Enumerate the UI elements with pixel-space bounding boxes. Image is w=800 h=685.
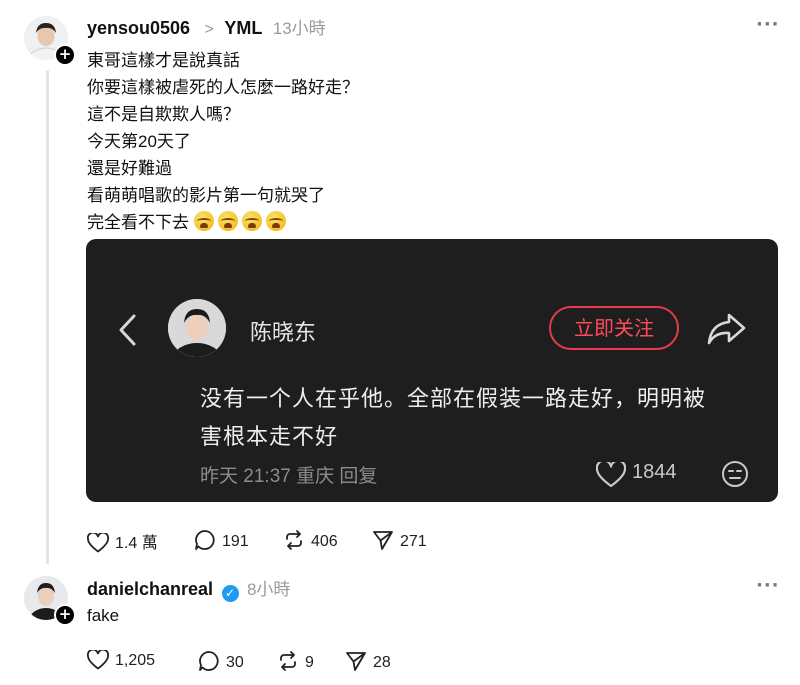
repost-button[interactable]: 9 xyxy=(277,650,314,672)
post-time: 13小時 xyxy=(272,19,326,38)
reply-time: 8小時 xyxy=(246,580,291,599)
post-text-line: 看萌萌唱歌的影片第一句就哭了 xyxy=(87,186,325,205)
post-text-line: 東哥這樣才是說真話 xyxy=(87,51,240,70)
back-chevron-icon xyxy=(119,314,136,346)
follow-plus-icon[interactable]: + xyxy=(54,604,76,626)
share-button[interactable]: 28 xyxy=(345,650,391,672)
crying-emoji-icon xyxy=(241,211,262,231)
card-author-name: 陈晓东 xyxy=(250,320,317,345)
card-like-count: 1844 xyxy=(632,461,677,483)
send-icon xyxy=(373,531,393,550)
emoji-face-icon xyxy=(722,461,748,487)
share-button[interactable]: 271 xyxy=(372,529,427,551)
like-count: 1,205 xyxy=(115,652,156,669)
more-options-icon[interactable]: ··· xyxy=(756,14,780,35)
crying-emoji-icon xyxy=(193,211,214,231)
card-avatar xyxy=(168,299,226,357)
like-button[interactable]: 1,205 xyxy=(86,648,156,670)
like-button[interactable]: 1.4 萬 xyxy=(86,529,158,553)
reply-chevron-icon: > xyxy=(204,21,214,38)
reply-button[interactable]: 191 xyxy=(194,529,249,551)
heart-icon xyxy=(86,648,110,670)
share-count: 271 xyxy=(400,533,427,550)
send-icon xyxy=(346,652,366,671)
card-heart-icon xyxy=(596,462,626,488)
card-comment-line: 害根本走不好 xyxy=(200,424,339,449)
reply-count: 191 xyxy=(222,533,249,550)
crying-emoji-icon xyxy=(217,211,238,231)
card-comment-line: 没有一个人在乎他。全部在假装一路走好，明明被 xyxy=(200,386,707,411)
reply-count: 30 xyxy=(226,654,244,671)
comment-icon xyxy=(195,530,215,550)
repost-icon xyxy=(286,530,302,550)
crying-emoji-icon xyxy=(265,211,286,231)
repost-icon xyxy=(280,651,296,671)
more-options-icon[interactable]: ··· xyxy=(756,575,780,596)
repost-count: 406 xyxy=(311,533,338,550)
repost-button[interactable]: 406 xyxy=(283,529,338,551)
reply-target-username[interactable]: YML xyxy=(224,18,262,38)
comment-icon xyxy=(199,651,219,671)
like-count: 1.4 萬 xyxy=(115,535,158,552)
verified-badge-icon: ✓ xyxy=(221,585,239,602)
post-text-line: 這不是自欺欺人嗎？ xyxy=(87,105,240,124)
post-text-line-last: 完全看不下去 xyxy=(87,208,290,233)
share-count: 28 xyxy=(373,654,391,671)
follow-plus-icon[interactable]: + xyxy=(54,44,76,66)
post-text-line: 還是好難過 xyxy=(87,159,172,178)
post-text-line: 今天第20天了 xyxy=(87,132,191,151)
follow-button[interactable]: 立即关注 xyxy=(549,306,679,350)
share-icon xyxy=(707,313,746,345)
post-header: yensou0506 > YML 13小時 xyxy=(87,14,326,39)
embedded-screenshot[interactable]: 陈晓东 立即关注 没有一个人在乎他。全部在假装一路走好，明明被 害根本走不好 昨… xyxy=(86,239,778,502)
reply-text: fake xyxy=(87,606,120,625)
post-text-line: 你要這樣被虐死的人怎麼一路好走？ xyxy=(87,78,359,97)
card-comment-meta: 昨天 21:37 重庆 回复 xyxy=(200,466,378,487)
card-avatar-photo xyxy=(168,299,226,357)
heart-icon xyxy=(86,531,110,553)
reply-button[interactable]: 30 xyxy=(198,650,244,672)
reply-username[interactable]: danielchanreal xyxy=(87,579,213,599)
post-username[interactable]: yensou0506 xyxy=(87,18,190,38)
thread-line xyxy=(46,70,49,564)
repost-count: 9 xyxy=(305,654,314,671)
post-text: 完全看不下去 xyxy=(87,213,189,232)
reply-header: danielchanreal ✓ 8小時 xyxy=(87,575,290,602)
